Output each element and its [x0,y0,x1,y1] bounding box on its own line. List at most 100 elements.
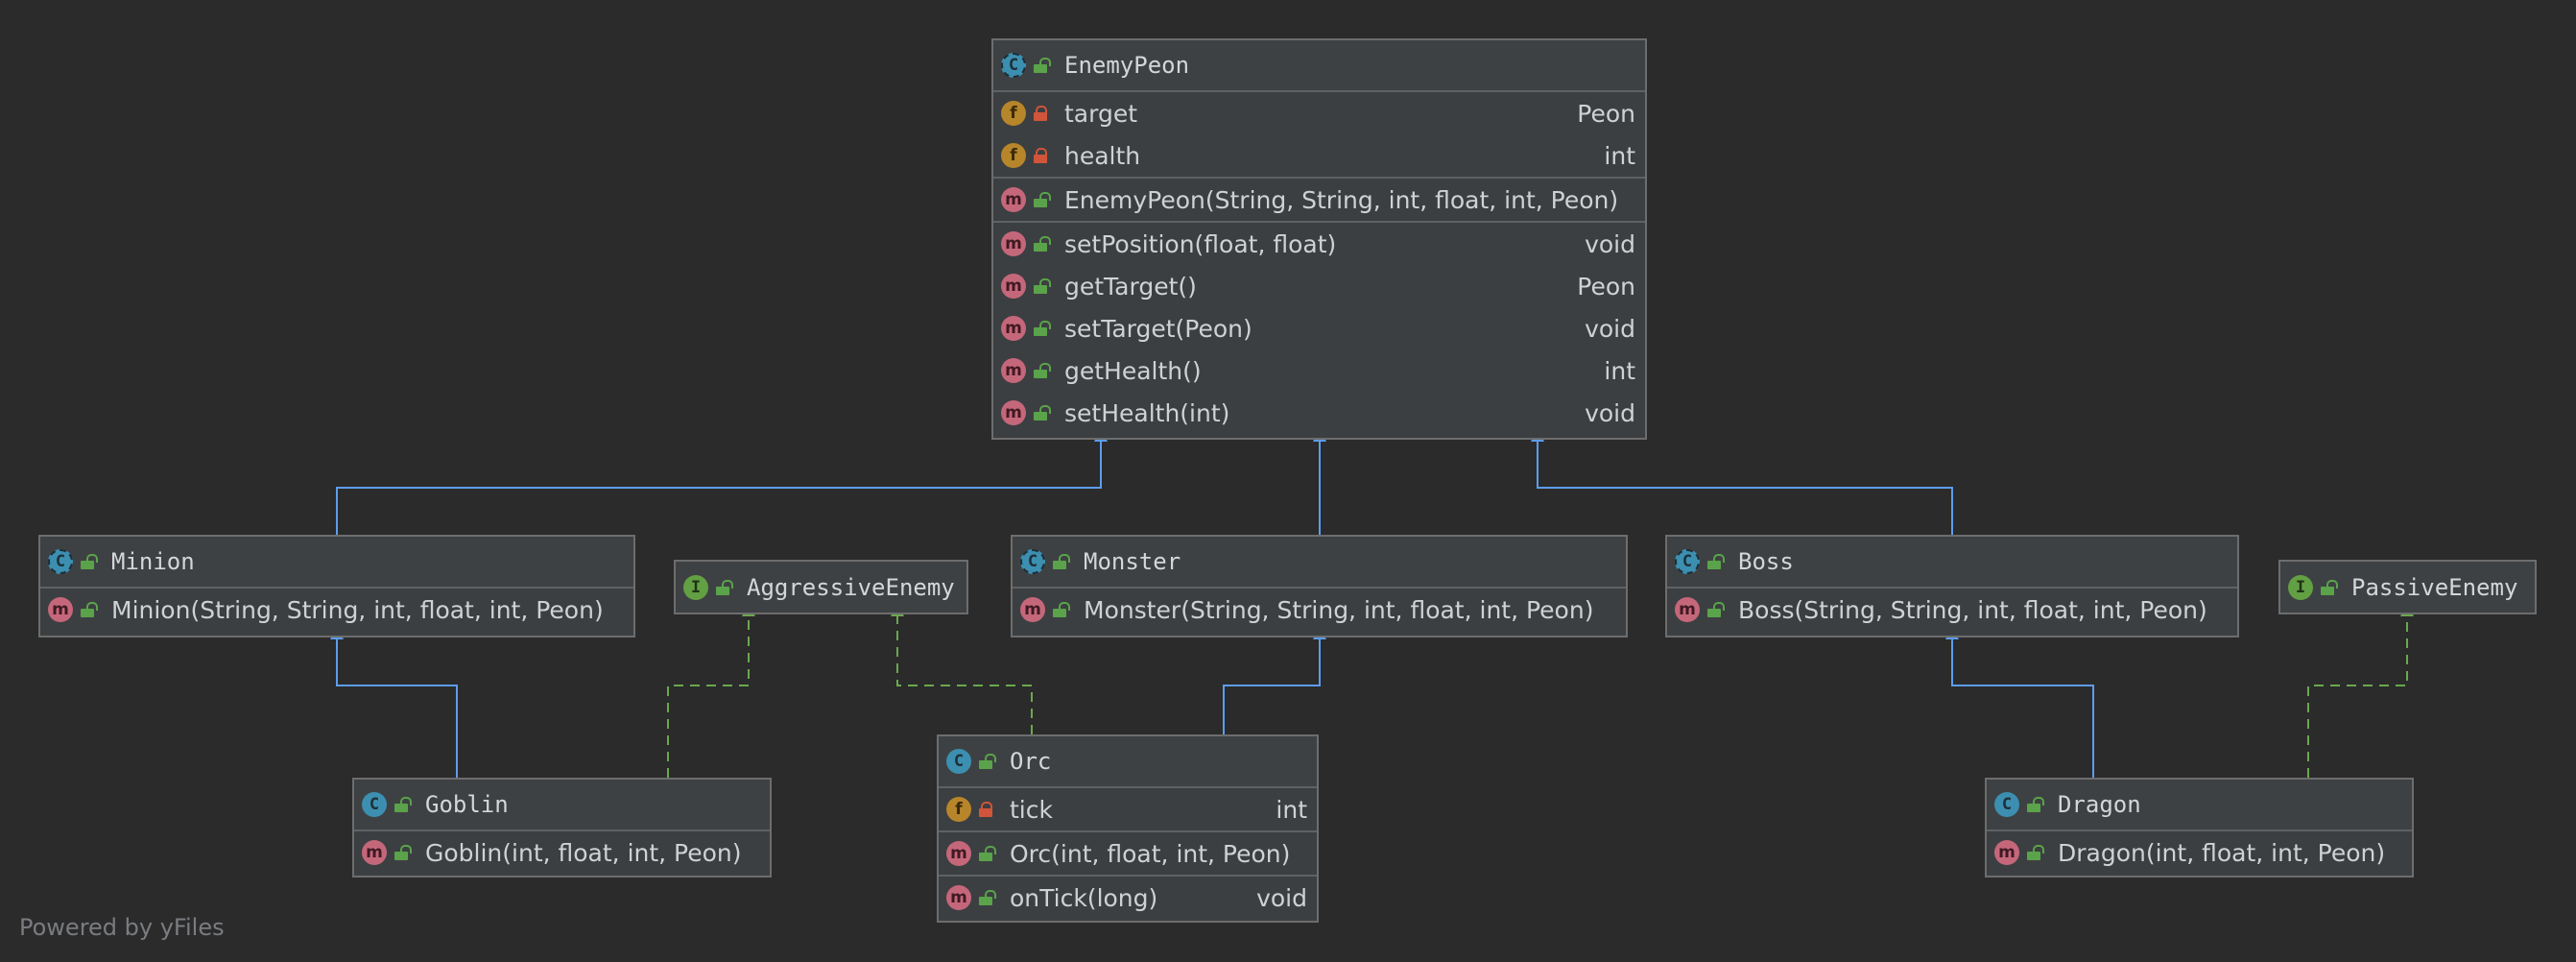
field-name: health [1064,141,1141,170]
public-lock-icon [1034,405,1051,421]
class-node-minion[interactable]: C Minion m Minion(String, String, int, f… [38,535,635,637]
method-icon: m [1675,597,1700,622]
edge-goblin-minion [330,626,458,778]
methods-section: m setPosition(float, float) void m getTa… [993,223,1645,434]
field-type: int [1276,795,1307,824]
class-name: Dragon [2058,791,2141,818]
field-row: f health int [993,134,1645,177]
fields-section: f tick int [939,788,1317,832]
class-name: Boss [1738,548,1794,575]
private-lock-icon [1034,106,1047,121]
interface-node-passiveenemy[interactable]: I PassiveEnemy [2278,560,2537,614]
method-row: m setTarget(Peon) void [993,307,1645,349]
class-name: Orc [1010,748,1052,775]
public-lock-icon [1053,602,1070,617]
field-type: Peon [1577,99,1635,128]
private-lock-icon [979,802,992,817]
class-header: C Goblin [354,780,770,831]
class-header: C Minion [40,537,633,589]
field-icon: f [1001,143,1026,168]
field-icon: f [946,797,971,822]
public-lock-icon [1034,278,1051,294]
public-lock-icon [979,890,996,905]
public-lock-icon [81,602,98,617]
constructors-section: m Boss(String, String, int, float, int, … [1667,589,2237,631]
class-header: C Monster [1013,537,1626,589]
public-lock-icon [979,754,996,769]
interface-name: PassiveEnemy [2351,573,2518,601]
constructor-row: m EnemyPeon(String, String, int, float, … [993,179,1645,221]
method-signature: setHealth(int) [1064,398,1230,427]
public-lock-icon [1034,58,1051,73]
class-name: Minion [111,548,195,575]
method-return-type: void [1585,314,1635,343]
method-icon: m [1001,316,1026,341]
public-lock-icon [1034,236,1051,252]
method-signature: onTick(long) [1010,883,1158,912]
method-row: m setPosition(float, float) void [993,223,1645,265]
method-return-type: void [1585,229,1635,258]
abstract-class-icon: C [1020,549,1045,574]
field-row: f tick int [939,788,1317,830]
interface-node-aggressiveenemy[interactable]: I AggressiveEnemy [674,560,968,614]
field-type: int [1604,141,1635,170]
class-name: EnemyPeon [1064,52,1190,79]
public-lock-icon [1707,554,1725,569]
constructors-section: m Goblin(int, float, int, Peon) [354,831,770,874]
class-node-boss[interactable]: C Boss m Boss(String, String, int, float… [1665,535,2239,637]
class-node-goblin[interactable]: C Goblin m Goblin(int, float, int, Peon) [352,778,772,878]
constructor-row: m Monster(String, String, int, float, in… [1013,589,1626,631]
method-return-type: void [1585,398,1635,427]
methods-section: m onTick(long) void [939,877,1317,919]
method-signature: getHealth() [1064,356,1202,385]
field-icon: f [1001,101,1026,126]
method-icon: m [946,841,971,866]
interface-icon: I [683,574,708,600]
constructors-section: m Minion(String, String, int, float, int… [40,589,633,631]
constructors-section: m Monster(String, String, int, float, in… [1013,589,1626,631]
constructor-signature: Orc(int, float, int, Peon) [1010,839,1291,868]
method-row: m getHealth() int [993,349,1645,392]
edge-goblin-aggressiveenemy [667,603,755,778]
constructor-signature: Minion(String, String, int, float, int, … [111,595,604,624]
class-node-dragon[interactable]: C Dragon m Dragon(int, float, int, Peon) [1985,778,2414,878]
constructor-row: m Minion(String, String, int, float, int… [40,589,633,631]
class-node-monster[interactable]: C Monster m Monster(String, String, int,… [1011,535,1628,637]
method-icon: m [48,597,73,622]
method-icon: m [1001,358,1026,383]
constructor-row: m Dragon(int, float, int, Peon) [1987,831,2412,874]
method-icon: m [1001,274,1026,299]
field-row: f target Peon [993,92,1645,134]
method-row: m onTick(long) void [939,877,1317,919]
public-lock-icon [2027,797,2044,812]
class-icon: C [946,749,971,774]
class-icon: C [362,792,387,817]
class-node-orc[interactable]: C Orc f tick int m Orc(int, float, int, … [937,734,1319,923]
class-name: Monster [1084,548,1181,575]
class-header: C Dragon [1987,780,2412,831]
public-lock-icon [1707,602,1725,617]
public-lock-icon [1053,554,1070,569]
class-header: C Orc [939,736,1317,788]
powered-by-credit: Powered by yFiles [19,914,225,941]
public-lock-icon [716,579,733,595]
public-lock-icon [81,554,98,569]
constructor-signature: Boss(String, String, int, float, int, Pe… [1738,595,2207,624]
constructor-signature: Goblin(int, float, int, Peon) [425,838,742,867]
method-icon: m [1001,400,1026,425]
constructor-signature: EnemyPeon(String, String, int, float, in… [1064,185,1619,214]
edge-boss-enemypeon [1531,428,1953,535]
method-return-type: int [1604,356,1635,385]
class-icon: C [1994,792,2019,817]
abstract-class-icon: C [1675,549,1700,574]
edge-dragon-passiveenemy [2307,603,2414,778]
class-node-enemypeon[interactable]: C EnemyPeon f target Peon f health int m… [991,38,1647,440]
field-name: target [1064,99,1138,128]
class-header: C Boss [1667,537,2237,589]
abstract-class-icon: C [1001,53,1026,78]
public-lock-icon [1034,321,1051,336]
edge-dragon-boss [1945,626,2094,778]
method-return-type: void [1256,883,1307,912]
class-header: C EnemyPeon [993,40,1645,92]
method-signature: setTarget(Peon) [1064,314,1252,343]
